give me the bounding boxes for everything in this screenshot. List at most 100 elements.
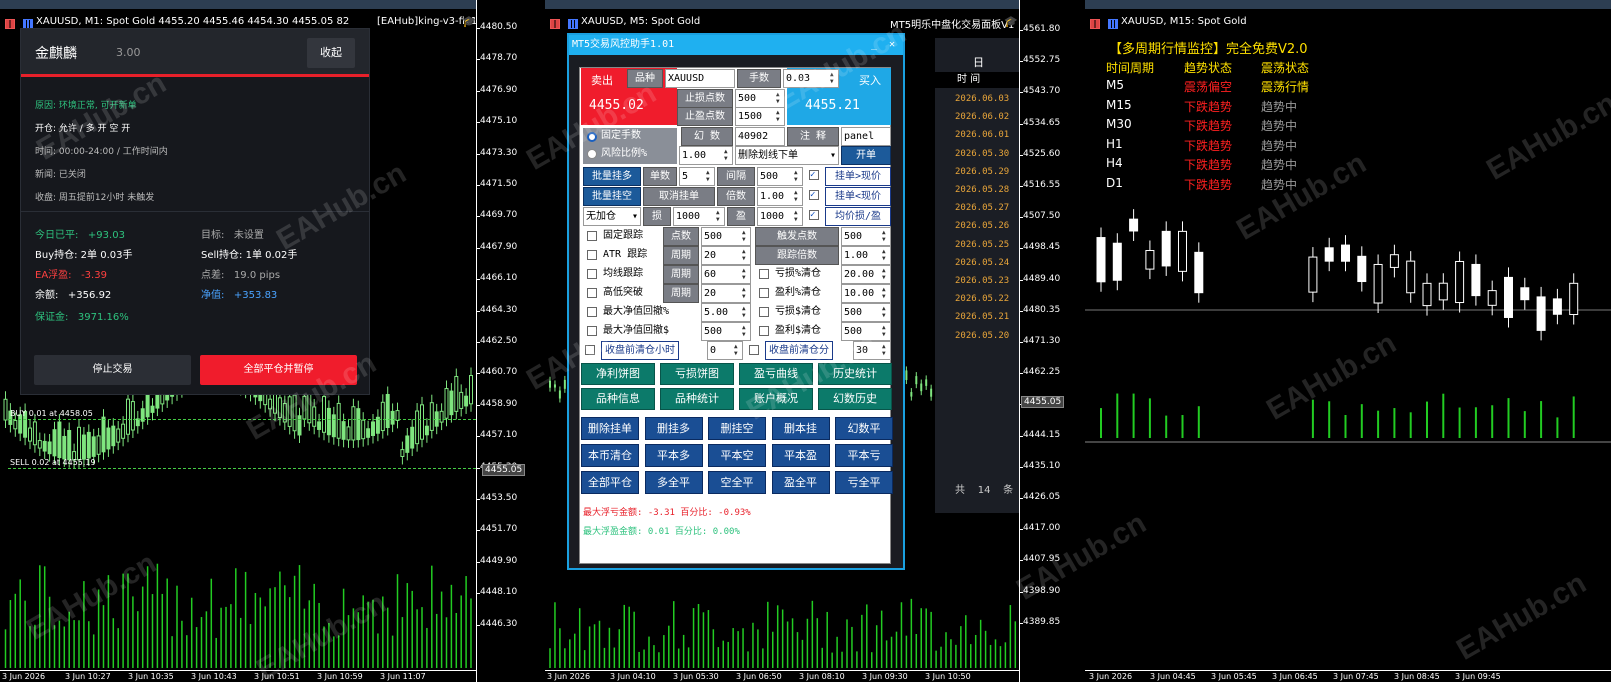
spinner-icon[interactable]: ▲ ▼ [742,286,749,300]
max-dd-pct-checkbox[interactable] [587,307,597,317]
date-row[interactable]: 2026.05.29 [955,167,1009,177]
date-row[interactable]: 2026.05.28 [955,185,1009,195]
chart-window-m1[interactable]: XAUUSD, M1: Spot Gold 4455.20 4455.46 44… [0,0,532,682]
lots-input[interactable]: 0.03 ▲ ▼ [783,69,839,88]
close-min-input[interactable]: 30 ▲ ▼ [853,341,891,360]
fixed-trail-checkbox[interactable] [587,231,597,241]
spinner-icon[interactable]: ▲ ▼ [882,286,889,300]
risk-input[interactable]: 1.00 ▲ ▼ [679,146,733,165]
batch-short-button[interactable]: 批量挂空 [583,187,641,206]
tool-button[interactable]: 删挂多 [644,417,703,440]
loss-pct-checkbox[interactable] [759,269,769,279]
loss-usd-input[interactable]: 500 ▲ ▼ [841,303,891,322]
mult-input[interactable]: 1.00 ▲ ▼ [757,187,803,206]
loss-usd-checkbox[interactable] [759,307,769,317]
spinner-icon[interactable]: ▲ ▼ [724,148,731,162]
panel-caption[interactable]: MT5交易风控助手1.01 _ ✕ [569,35,903,55]
tool-button[interactable]: 幻数平 [835,417,893,440]
date-row[interactable]: 2026.06.02 [955,112,1009,122]
max-dd-pct-input[interactable]: 5.00 ▲ ▼ [701,303,751,322]
tool-button[interactable]: 净利饼图 [581,363,655,385]
profit-usd-checkbox[interactable] [759,326,769,336]
spinner-icon[interactable]: ▲ ▼ [742,305,749,319]
spinner-icon[interactable]: ▲ ▼ [706,169,713,183]
magic-input[interactable]: 40902 [735,127,785,146]
buy-order-line[interactable] [8,419,476,420]
tool-button[interactable]: 空全平 [708,471,766,494]
tool-button[interactable]: 平本多 [644,444,703,467]
spinner-icon[interactable]: ▲ ▼ [742,324,749,338]
spinner-icon[interactable]: ▲ ▼ [794,209,801,223]
tool-button[interactable]: 亏损饼图 [660,363,734,385]
date-row[interactable]: 2026.05.23 [955,276,1009,286]
spinner-icon[interactable]: ▲ ▼ [776,109,783,123]
avg-sl-checkbox[interactable] [809,210,819,220]
radio-risk[interactable] [587,149,597,159]
profit-pct-input[interactable]: 10.00 ▲ ▼ [841,284,891,303]
date-row[interactable]: 2026.05.20 [955,331,1009,341]
collapse-button[interactable]: 收起 [307,38,355,68]
tp-input[interactable]: 1500 ▲ ▼ [735,107,785,126]
date-row[interactable]: 2026.06.03 [955,94,1009,104]
period-input-3[interactable]: 20 ▲ ▼ [701,284,751,303]
sell-order-line[interactable] [8,468,476,469]
tool-button[interactable]: 幻数历史 [818,388,892,410]
spinner-icon[interactable]: ▲ ▼ [882,267,889,281]
minimize-icon[interactable]: _ [867,35,881,55]
radio-fixed[interactable] [587,132,597,142]
cancel-pending-button[interactable]: 取消挂单 [643,187,715,206]
tool-button[interactable]: 历史统计 [818,363,892,385]
date-row[interactable]: 2026.05.22 [955,294,1009,304]
loss-pct-input[interactable]: 20.00 ▲ ▼ [841,265,891,284]
close-hour-checkbox[interactable] [585,345,595,355]
count-input[interactable]: 5 ▲ ▼ [679,167,715,186]
tool-button[interactable]: 账户概况 [739,388,813,410]
tool-button[interactable]: 盈全平 [771,471,830,494]
stop-trading-button[interactable]: 停止交易 [34,355,191,385]
close-all-pause-button[interactable]: 全部平仓并暂停 [200,355,357,385]
spinner-icon[interactable]: ▲ ▼ [882,343,889,357]
max-dd-usd-checkbox[interactable] [587,326,597,336]
spinner-icon[interactable]: ▲ ▼ [742,267,749,281]
date-row[interactable]: 2026.05.27 [955,203,1009,213]
date-row[interactable]: 2026.05.25 [955,240,1009,250]
sell-button[interactable]: 卖出 [591,72,613,88]
batch-long-button[interactable]: 批量挂多 [583,167,641,186]
tool-button[interactable]: 亏全平 [835,471,893,494]
date-row[interactable]: 2026.05.30 [955,149,1009,159]
trigger-input[interactable]: 500 ▲ ▼ [841,227,891,246]
chart-window-m15[interactable]: XAUUSD, M15: Spot Gold 3 Jun 2026 3 Jun 0… [1085,0,1611,682]
loss-input[interactable]: 1000 ▲ ▼ [673,207,725,226]
spinner-icon[interactable]: ▲ ▼ [716,209,723,223]
date-row[interactable]: 2026.05.26 [955,221,1009,231]
points-input[interactable]: 500 ▲ ▼ [701,227,751,246]
date-row[interactable]: 2026.05.21 [955,312,1009,322]
date-row[interactable]: 2026.06.01 [955,130,1009,140]
comment-input[interactable]: panel [841,127,891,146]
ma-trail-checkbox[interactable] [587,269,597,279]
open-order-button[interactable]: 开单 [841,146,891,165]
spinner-icon[interactable]: ▲ ▼ [830,71,837,85]
tool-button[interactable]: 删本挂 [771,417,830,440]
tool-button[interactable]: 多全平 [644,471,703,494]
date-row[interactable]: 2026.05.24 [955,258,1009,268]
spinner-icon[interactable]: ▲ ▼ [794,169,801,183]
tool-button[interactable]: 本币清仓 [581,444,639,467]
spinner-icon[interactable]: ▲ ▼ [882,324,889,338]
atr-trail-checkbox[interactable] [587,250,597,260]
tool-button[interactable]: 删挂空 [708,417,766,440]
candlestick-chart[interactable] [1085,0,1611,670]
spinner-icon[interactable]: ▲ ▼ [882,305,889,319]
add-position-select[interactable]: 无加仓 ▾ [583,207,641,226]
tool-button[interactable]: 品种信息 [581,388,655,410]
tool-button[interactable]: 品种统计 [660,388,734,410]
tool-button[interactable]: 盈亏曲线 [739,363,813,385]
pend-lt-checkbox[interactable] [809,190,819,200]
close-min-checkbox[interactable] [749,345,759,355]
tool-button[interactable]: 平本亏 [835,444,893,467]
spinner-icon[interactable]: ▲ ▼ [794,189,801,203]
trail-mult-input[interactable]: 1.00 ▲ ▼ [841,246,891,265]
tool-button[interactable]: 删除挂单 [581,417,639,440]
spinner-icon[interactable]: ▲ ▼ [742,229,749,243]
buy-button[interactable]: 买入 [859,72,881,88]
